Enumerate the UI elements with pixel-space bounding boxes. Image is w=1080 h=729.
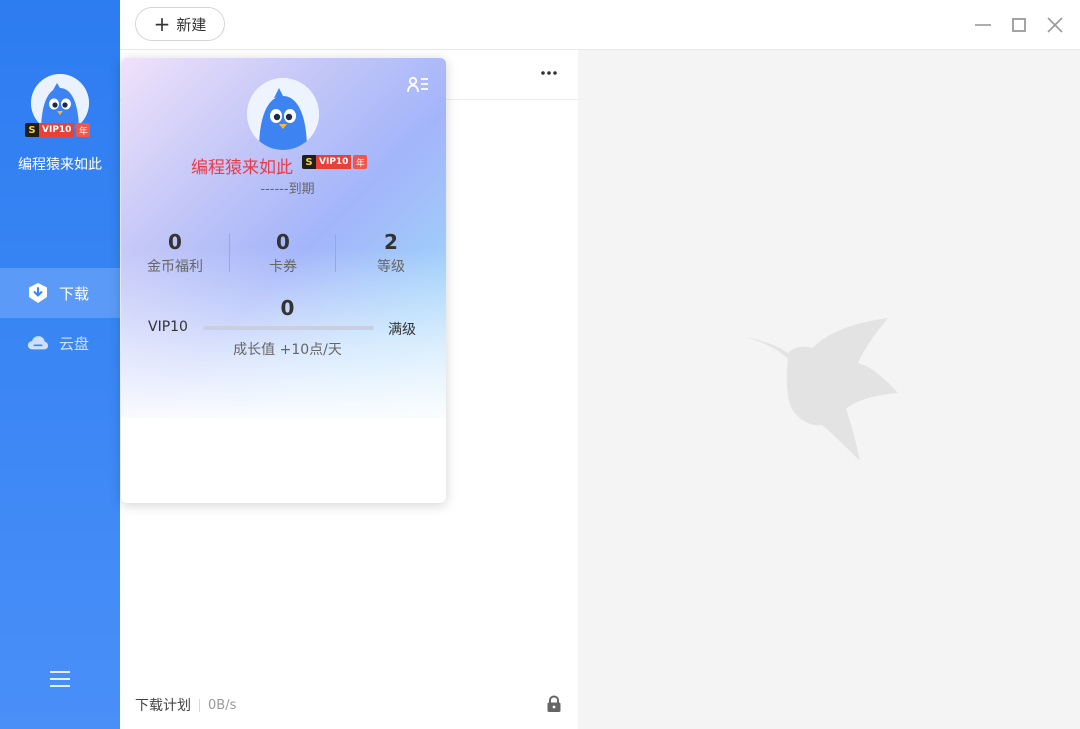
level-max-label: 满级 [388, 322, 416, 338]
sidebar-item-label: 下载 [59, 284, 90, 303]
user-list-icon [407, 76, 428, 93]
vip-badge: S VIP10 年 [25, 123, 91, 137]
download-plan-link[interactable]: 下载计划 [135, 695, 191, 715]
minimize-button[interactable] [973, 15, 993, 35]
hamburger-icon [50, 671, 70, 687]
detail-panel [578, 50, 1080, 729]
close-button[interactable] [1045, 15, 1065, 35]
plus-icon: + [153, 12, 171, 36]
stat-value: 2 [384, 230, 398, 254]
vip-level-label: VIP10 [39, 123, 75, 137]
new-task-button[interactable]: + 新建 [135, 7, 225, 41]
profile-card-button[interactable] [407, 76, 429, 94]
cloud-icon [27, 332, 49, 354]
level-current-label: VIP10 [148, 319, 188, 335]
lock-button[interactable] [545, 695, 563, 713]
growth-current-value: 0 [280, 296, 295, 320]
stat-divider [335, 234, 336, 272]
stat-value: 0 [168, 230, 182, 254]
more-dots-icon [541, 71, 557, 75]
stat-level[interactable]: 2 等级 [337, 230, 445, 276]
sidebar-item-cloud[interactable]: 云盘 [0, 318, 120, 368]
sidebar: S VIP10 年 编程猿来如此 下载 云盘 [0, 0, 120, 729]
vip-expiration: ------到期 [260, 182, 315, 197]
status-footer: 下载计划 0B/s [135, 695, 236, 715]
lock-icon [547, 695, 561, 712]
menu-button[interactable] [48, 669, 72, 689]
vip-level-label: VIP10 [316, 155, 352, 169]
close-icon [1047, 17, 1063, 33]
vip-badge: S VIP10 年 [302, 155, 368, 169]
sidebar-username[interactable]: 编程猿来如此 [0, 154, 120, 174]
download-shield-icon [27, 282, 49, 304]
growth-rate: 成长值 +10点/天 [233, 342, 342, 358]
stat-coin-welfare[interactable]: 0 金币福利 [121, 230, 229, 276]
more-options-button[interactable] [539, 65, 559, 81]
maximize-button[interactable] [1009, 15, 1029, 35]
stat-label: 等级 [377, 259, 405, 275]
download-speed: 0B/s [208, 697, 237, 713]
minimize-icon [975, 24, 991, 26]
stat-coupons[interactable]: 0 卡券 [229, 230, 337, 276]
stat-value: 0 [276, 230, 290, 254]
hummingbird-watermark-icon [746, 318, 898, 461]
stat-label: 金币福利 [147, 259, 203, 275]
user-profile-popup: 编程猿来如此 S VIP10 年 ------到期 0 金币福利 0 卡券 2 … [121, 58, 446, 503]
vip-year-label: 年 [76, 123, 91, 137]
maximize-icon [1012, 18, 1026, 32]
sidebar-item-label: 云盘 [59, 334, 90, 353]
footer-divider [199, 698, 200, 712]
vip-s-label: S [302, 155, 316, 169]
new-task-label: 新建 [176, 15, 207, 34]
vip-s-label: S [25, 123, 39, 137]
top-bar: + 新建 [120, 0, 1080, 50]
vip-year-label: 年 [353, 155, 368, 169]
sidebar-item-download[interactable]: 下载 [0, 268, 120, 318]
level-progress-bar [203, 326, 374, 330]
stat-label: 卡券 [269, 259, 297, 275]
popup-username: 编程猿来如此 [191, 158, 293, 178]
bird-avatar-icon [247, 78, 319, 150]
popup-avatar[interactable] [247, 78, 319, 150]
